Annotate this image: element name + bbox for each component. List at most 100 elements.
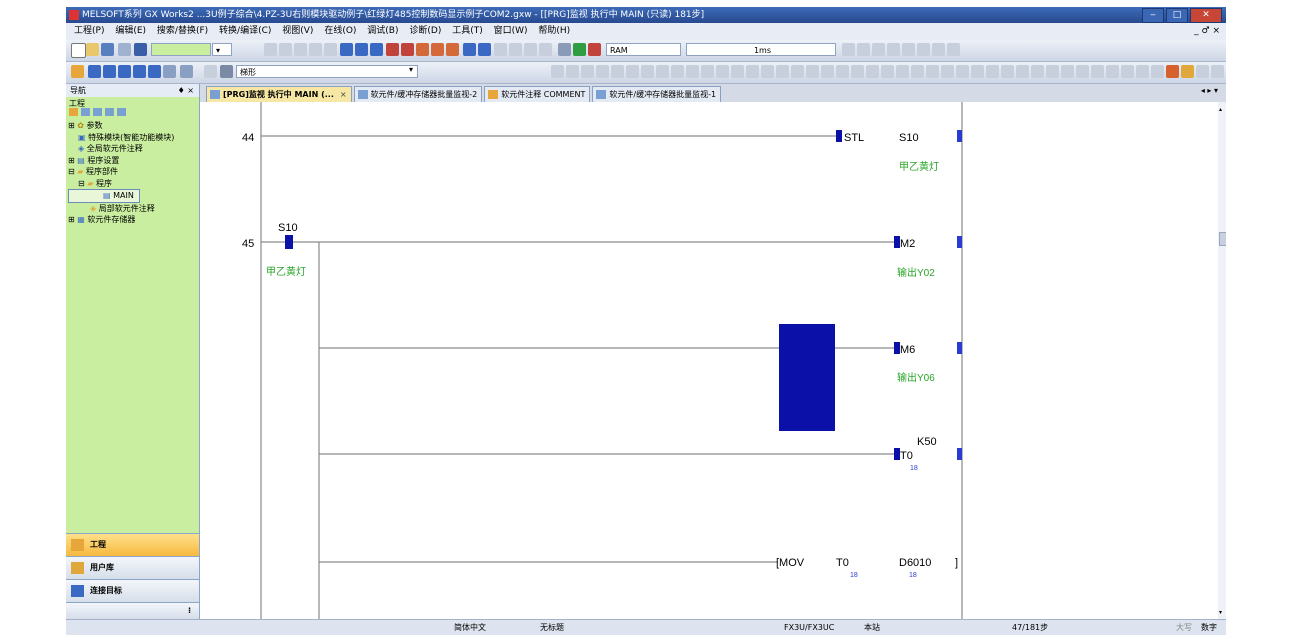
tab-main-monitor[interactable]: [PRG]监视 执行中 MAIN (... ×: [206, 86, 352, 102]
ladder-zoom-icon[interactable]: [806, 65, 819, 78]
ladder-settings-icon[interactable]: [1196, 65, 1209, 78]
step-run-icon[interactable]: [842, 43, 855, 56]
tree-item-local-comment[interactable]: ◈ 局部软元件注释: [68, 203, 174, 215]
stop-icon[interactable]: [588, 43, 601, 56]
menu-compile[interactable]: 转换/编译(C): [219, 26, 271, 36]
ladder-invert-icon[interactable]: [716, 65, 729, 78]
ladder-compare-icon[interactable]: [1136, 65, 1149, 78]
ladder-operation-icon[interactable]: [731, 65, 744, 78]
tree-item-main[interactable]: ▤ MAIN: [68, 189, 140, 203]
mode-icon[interactable]: [558, 43, 571, 56]
reset-icon[interactable]: [947, 43, 960, 56]
ladder-label-icon[interactable]: [1016, 65, 1029, 78]
clock-icon[interactable]: [204, 65, 217, 78]
tree-item-intelligent-module[interactable]: ▣ 特殊模块(智能功能模块): [68, 132, 174, 144]
tab-navigation[interactable]: ◂ ▸ ▾: [1201, 86, 1218, 95]
ladder-delete-line-icon[interactable]: [671, 65, 684, 78]
ladder-coil-icon[interactable]: [611, 65, 624, 78]
menu-window[interactable]: 窗口(W): [494, 26, 528, 36]
ladder-search-icon[interactable]: [1211, 65, 1224, 78]
tab-batch-monitor-1[interactable]: 软元件/缓冲存储器批量监视-1: [592, 86, 722, 102]
menu-find-replace[interactable]: 搜索/替换(F): [157, 26, 208, 36]
device-test-icon[interactable]: [509, 43, 522, 56]
scan-icon[interactable]: [917, 43, 930, 56]
ladder-statement-icon[interactable]: [761, 65, 774, 78]
device-list-icon[interactable]: [148, 65, 161, 78]
tree-item-program-setting[interactable]: ⊞ ▤ 程序设置: [68, 155, 174, 167]
ladder-online-icon[interactable]: [1151, 65, 1164, 78]
menu-edit[interactable]: 编辑(E): [115, 26, 146, 36]
ladder-rising-icon[interactable]: [686, 65, 699, 78]
vertical-scrollbar[interactable]: ▴ ▾: [1218, 102, 1226, 620]
navigation-window-icon[interactable]: [88, 65, 101, 78]
ladder-bookmark-icon[interactable]: [1181, 65, 1194, 78]
ladder-block-icon[interactable]: [1001, 65, 1014, 78]
pin-close-icon[interactable]: ♦ ×: [178, 84, 194, 97]
tab-batch-monitor-2[interactable]: 软元件/缓冲存储器批量监视-2: [353, 86, 483, 102]
batch-monitor-icon[interactable]: [478, 43, 491, 56]
cut-icon[interactable]: [264, 43, 277, 56]
ladder-monitor-mode-icon[interactable]: [881, 65, 894, 78]
ladder-split-icon[interactable]: [986, 65, 999, 78]
maximize-button[interactable]: □: [1166, 8, 1188, 23]
nav-button-project[interactable]: 工程: [66, 533, 199, 556]
interval-field[interactable]: 1ms: [686, 43, 836, 56]
read-plc-icon[interactable]: [340, 43, 353, 56]
trace-icon[interactable]: [932, 43, 945, 56]
tree-item-program-parts[interactable]: ⊟ ▰ 程序部件: [68, 166, 174, 178]
nav-tool-icon[interactable]: [105, 108, 114, 116]
ladder-fb-icon[interactable]: [1031, 65, 1044, 78]
scroll-thumb[interactable]: [1219, 232, 1226, 246]
continue-icon[interactable]: [902, 43, 915, 56]
menu-diagnostics[interactable]: 诊断(D): [409, 26, 441, 36]
output-window-icon[interactable]: [118, 65, 131, 78]
ladder-device-test-icon[interactable]: [911, 65, 924, 78]
cursor-highlight[interactable]: [779, 324, 835, 431]
ladder-format-icon[interactable]: [821, 65, 834, 78]
nav-tool-icon[interactable]: [93, 108, 102, 116]
ladder-list-icon[interactable]: [1076, 65, 1089, 78]
ladder-parallel-contact-icon[interactable]: [566, 65, 579, 78]
save-icon[interactable]: [101, 43, 114, 56]
ladder-open-contact-icon[interactable]: [551, 65, 564, 78]
menu-tool[interactable]: 工具(T): [452, 26, 483, 36]
mov-instruction[interactable]: [MOV: [776, 557, 805, 569]
skip-icon[interactable]: [857, 43, 870, 56]
stl-contact[interactable]: [836, 130, 842, 142]
ladder-instruction-icon[interactable]: [626, 65, 639, 78]
nav-tool-icon[interactable]: [81, 108, 90, 116]
ladder-parallel-close-icon[interactable]: [596, 65, 609, 78]
monitor-stop-icon[interactable]: [401, 43, 414, 56]
watch-window-icon[interactable]: [163, 65, 176, 78]
parts-window-icon[interactable]: [103, 65, 116, 78]
ladder-area-icon[interactable]: [1106, 65, 1119, 78]
ladder-tree-icon[interactable]: [1091, 65, 1104, 78]
nav-tool-icon[interactable]: [69, 108, 78, 116]
ladder-editor[interactable]: 44 STL S10 甲乙黄灯 45 S10 甲乙黄灯 M2 输出Y02 M6: [200, 102, 1218, 620]
menu-help[interactable]: 帮助(H): [538, 26, 570, 36]
ladder-st-icon[interactable]: [1046, 65, 1059, 78]
scroll-up-icon[interactable]: ▴: [1219, 106, 1222, 113]
s10-contact[interactable]: [285, 235, 293, 249]
run-icon[interactable]: [573, 43, 586, 56]
ladder-read-mode-icon[interactable]: [851, 65, 864, 78]
combo-dropdown[interactable]: ▾: [212, 43, 232, 56]
new-file-icon[interactable]: [71, 43, 86, 58]
ladder-highlight-icon[interactable]: [1166, 65, 1179, 78]
ladder-monitor-write-icon[interactable]: [896, 65, 909, 78]
ladder-open-comment-icon[interactable]: [956, 65, 969, 78]
nav-tool-icon[interactable]: [117, 108, 126, 116]
project-combo[interactable]: [151, 43, 211, 56]
ladder-vline-icon[interactable]: [656, 65, 669, 78]
ladder-jump-icon[interactable]: [941, 65, 954, 78]
redo-icon[interactable]: [324, 43, 337, 56]
menu-debug[interactable]: 调试(B): [367, 26, 398, 36]
tree-item-program[interactable]: ⊟ ▰ 程序: [68, 178, 174, 190]
paste-icon[interactable]: [294, 43, 307, 56]
ladder-guide-icon[interactable]: [836, 65, 849, 78]
nav-button-connection[interactable]: 连接目标: [66, 579, 199, 602]
ladder-hline-icon[interactable]: [641, 65, 654, 78]
compile-all-icon[interactable]: [446, 43, 459, 56]
search-combo[interactable]: 梯形: [236, 65, 418, 78]
scroll-down-icon[interactable]: ▾: [1219, 609, 1222, 616]
